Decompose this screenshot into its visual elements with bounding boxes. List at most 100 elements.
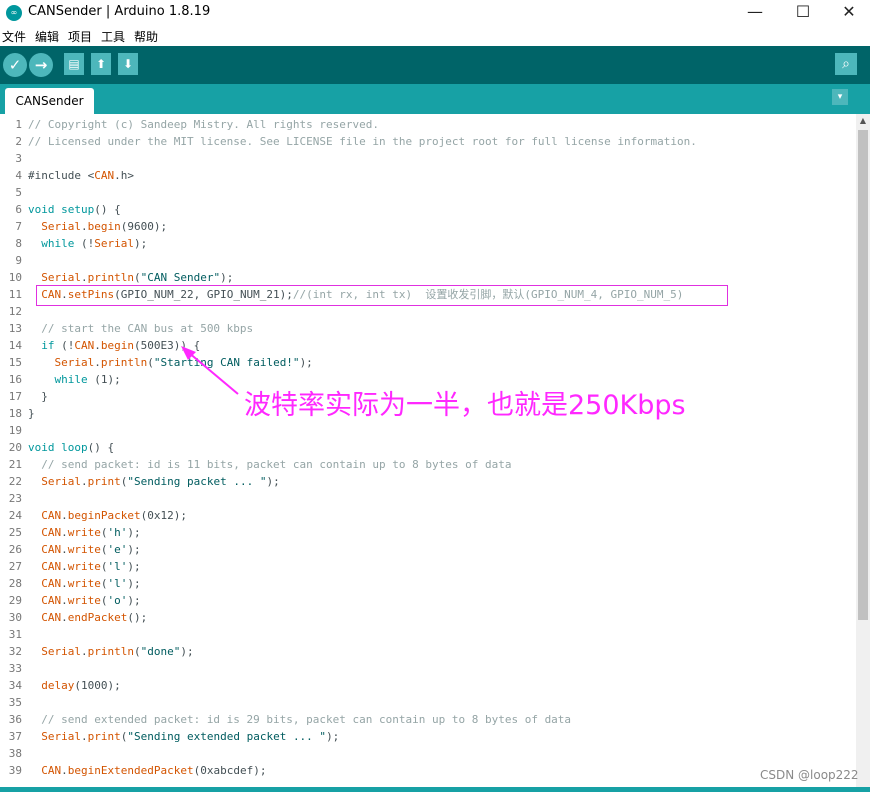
code-line[interactable]: 20 void loop() {: [0, 439, 856, 456]
code-line[interactable]: 8 while (!Serial);: [0, 235, 856, 252]
scroll-up-arrow-icon[interactable]: ▲: [856, 114, 870, 128]
close-button[interactable]: ✕: [826, 0, 870, 26]
line-number: 33: [8, 662, 22, 675]
code-line[interactable]: 3: [0, 150, 856, 167]
menu-file[interactable]: 文件: [2, 28, 26, 45]
line-number: 15: [8, 356, 22, 369]
code-line[interactable]: 1 // Copyright (c) Sandeep Mistry. All ri…: [0, 116, 856, 133]
code-line[interactable]: 26 CAN.write('e');: [0, 541, 856, 558]
line-number: 20: [8, 441, 22, 454]
code-text: CAN.write('o');: [41, 594, 141, 607]
line-number: 39: [8, 764, 22, 777]
line-number: 28: [8, 577, 22, 590]
code-line[interactable]: 19: [0, 422, 856, 439]
code-text: CAN.write('l');: [41, 560, 141, 573]
code-line[interactable]: 36 // send extended packet: id is 29 bit…: [0, 711, 856, 728]
code-text: CAN.write('l');: [41, 577, 141, 590]
code-line[interactable]: 28 CAN.write('l');: [0, 575, 856, 592]
code-text: // Licensed under the MIT license. See L…: [28, 135, 697, 148]
code-line[interactable]: 25 CAN.write('h');: [0, 524, 856, 541]
code-line[interactable]: 31: [0, 626, 856, 643]
menu-edit[interactable]: 编辑: [35, 28, 59, 45]
highlight-box: [36, 285, 728, 306]
maximize-button[interactable]: ☐: [780, 0, 826, 26]
code-text: delay(1000);: [41, 679, 121, 692]
code-line[interactable]: 7 Serial.begin(9600);: [0, 218, 856, 235]
line-number: 29: [8, 594, 22, 607]
save-sketch-icon[interactable]: ⬇: [118, 53, 138, 75]
code-line[interactable]: 6 void setup() {: [0, 201, 856, 218]
line-number: 9: [15, 254, 22, 267]
serial-monitor-icon[interactable]: ⌕: [835, 53, 857, 75]
line-number: 11: [8, 288, 22, 301]
line-number: 19: [8, 424, 22, 437]
minimize-button[interactable]: —: [732, 0, 778, 26]
line-number: 16: [8, 373, 22, 386]
menu-help[interactable]: 帮助: [134, 28, 158, 45]
verify-icon[interactable]: ✓: [3, 53, 27, 77]
tab-bar: CANSender ▾: [0, 84, 870, 114]
code-line[interactable]: 38: [0, 745, 856, 762]
code-editor[interactable]: 1 // Copyright (c) Sandeep Mistry. All ri…: [0, 114, 856, 787]
code-text: Serial.println("CAN Sender");: [41, 271, 234, 284]
code-line[interactable]: 24 CAN.beginPacket(0x12);: [0, 507, 856, 524]
line-number: 35: [8, 696, 22, 709]
line-number: 18: [8, 407, 22, 420]
open-sketch-icon[interactable]: ⬆: [91, 53, 111, 75]
code-text: CAN.write('e');: [41, 543, 141, 556]
code-line[interactable]: 4 #include <CAN.h>: [0, 167, 856, 184]
code-text: // Copyright (c) Sandeep Mistry. All rig…: [28, 118, 379, 131]
code-line[interactable]: 27 CAN.write('l');: [0, 558, 856, 575]
code-text: }: [28, 390, 48, 403]
code-text: void loop() {: [28, 441, 115, 454]
code-line[interactable]: 5: [0, 184, 856, 201]
code-text: Serial.print("Sending packet ... ");: [41, 475, 280, 488]
code-line[interactable]: 22 Serial.print("Sending packet ... ");: [0, 473, 856, 490]
line-number: 38: [8, 747, 22, 760]
code-line[interactable]: 10 Serial.println("CAN Sender");: [0, 269, 856, 286]
tab-menu-chevron-down-icon[interactable]: ▾: [832, 89, 848, 105]
line-number: 2: [15, 135, 22, 148]
code-line[interactable]: 37 Serial.print("Sending extended packet…: [0, 728, 856, 745]
code-line[interactable]: 30 CAN.endPacket();: [0, 609, 856, 626]
arduino-logo-icon: ∞: [6, 5, 22, 21]
code-line[interactable]: 14 if (!CAN.begin(500E3)) {: [0, 337, 856, 354]
code-line[interactable]: 34 delay(1000);: [0, 677, 856, 694]
line-number: 1: [15, 118, 22, 131]
code-line[interactable]: 2 // Licensed under the MIT license. See …: [0, 133, 856, 150]
code-line[interactable]: 29 CAN.write('o');: [0, 592, 856, 609]
menu-tools[interactable]: 工具: [101, 28, 125, 45]
code-text: while (1);: [54, 373, 121, 386]
line-number: 30: [8, 611, 22, 624]
code-line[interactable]: 13 // start the CAN bus at 500 kbps: [0, 320, 856, 337]
menu-sketch[interactable]: 项目: [68, 28, 92, 45]
code-line[interactable]: 39 CAN.beginExtendedPacket(0xabcdef);: [0, 762, 856, 779]
line-number: 36: [8, 713, 22, 726]
title-bar: ∞ CANSender | Arduino 1.8.19 — ☐ ✕: [0, 0, 870, 26]
status-bar: [0, 787, 870, 792]
line-number: 24: [8, 509, 22, 522]
watermark: CSDN @loop222: [760, 768, 859, 782]
code-line[interactable]: 9: [0, 252, 856, 269]
code-text: Serial.begin(9600);: [41, 220, 168, 233]
code-text: while (!Serial);: [41, 237, 148, 250]
code-text: // send extended packet: id is 29 bits, …: [41, 713, 572, 726]
code-line[interactable]: 23: [0, 490, 856, 507]
line-number: 12: [8, 305, 22, 318]
code-line[interactable]: 32 Serial.println("done");: [0, 643, 856, 660]
code-line[interactable]: 33: [0, 660, 856, 677]
toolbar: ✓ → ▤ ⬆ ⬇ ⌕: [0, 46, 870, 84]
new-sketch-icon[interactable]: ▤: [64, 53, 84, 75]
tab-cansender[interactable]: CANSender: [5, 88, 94, 114]
line-number: 8: [15, 237, 22, 250]
line-number: 3: [15, 152, 22, 165]
line-number: 7: [15, 220, 22, 233]
code-text: #include <CAN.h>: [28, 169, 134, 182]
upload-icon[interactable]: →: [29, 53, 53, 77]
line-number: 17: [8, 390, 22, 403]
scrollbar-thumb[interactable]: [858, 130, 868, 620]
code-line[interactable]: 35: [0, 694, 856, 711]
code-line[interactable]: 15 Serial.println("Starting CAN failed!"…: [0, 354, 856, 371]
code-line[interactable]: 21 // send packet: id is 11 bits, packet…: [0, 456, 856, 473]
menu-bar: 文件 编辑 项目 工具 帮助: [0, 26, 870, 46]
